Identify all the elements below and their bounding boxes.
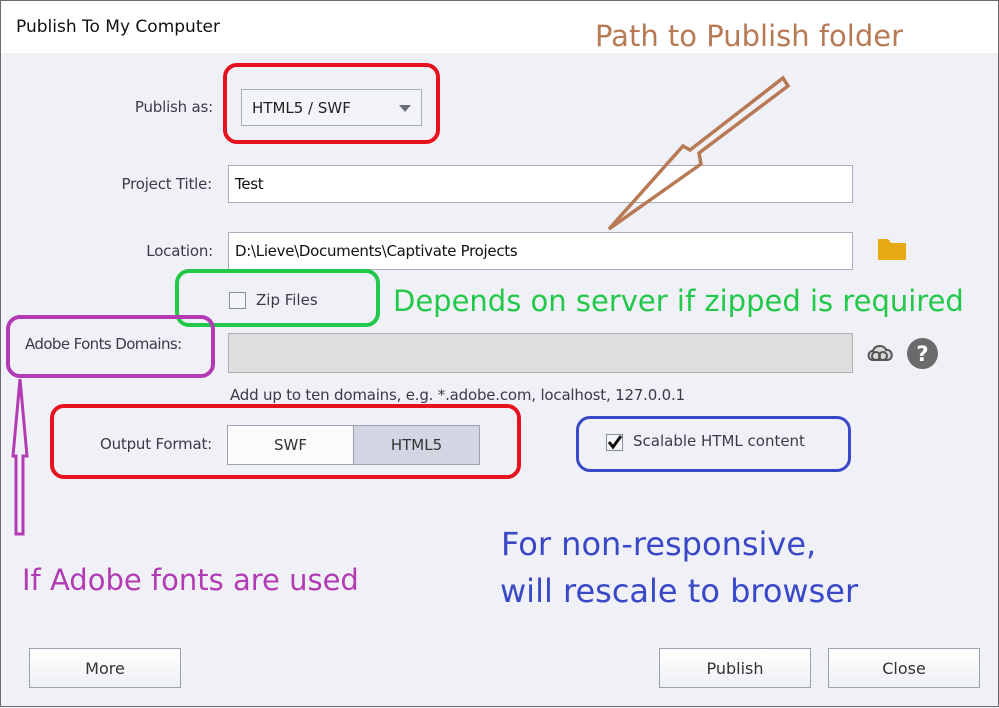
project-title-value: Test [235, 175, 264, 193]
scalable-annotation-line1: For non-responsive, [501, 525, 817, 563]
path-annotation: Path to Publish folder [595, 19, 904, 53]
project-title-label: Project Title: [121, 175, 213, 193]
zip-annotation: Depends on server if zipped is required [393, 284, 964, 318]
close-button[interactable]: Close [828, 648, 980, 688]
project-title-input[interactable]: Test [228, 165, 853, 203]
more-button[interactable]: More [29, 648, 181, 688]
dialog-title: Publish To My Computer [16, 17, 220, 37]
location-label: Location: [146, 242, 213, 260]
publish-button[interactable]: Publish [659, 648, 811, 688]
fonts-arrow-icon [11, 378, 29, 536]
scalable-html-callout [576, 416, 851, 472]
folder-icon[interactable] [878, 239, 906, 260]
publish-as-label: Publish as: [134, 98, 213, 116]
scalable-annotation-line2: will rescale to browser [500, 572, 859, 610]
adobe-fonts-callout [6, 315, 215, 378]
adobe-fonts-domains-input[interactable] [228, 333, 853, 373]
publish-dialog: Publish To My Computer Publish as: HTML5… [0, 0, 999, 707]
output-format-callout [50, 404, 521, 479]
adobe-fonts-hint: Add up to ten domains, e.g. *.adobe.com,… [230, 386, 685, 404]
help-icon[interactable]: ? [907, 338, 938, 369]
path-arrow-icon [607, 75, 791, 231]
creative-cloud-icon[interactable] [864, 341, 896, 367]
location-input[interactable]: D:\Lieve\Documents\Captivate Projects [228, 232, 853, 270]
location-value: D:\Lieve\Documents\Captivate Projects [235, 242, 518, 260]
publish-as-callout [223, 63, 440, 144]
fonts-annotation: If Adobe fonts are used [22, 563, 359, 597]
